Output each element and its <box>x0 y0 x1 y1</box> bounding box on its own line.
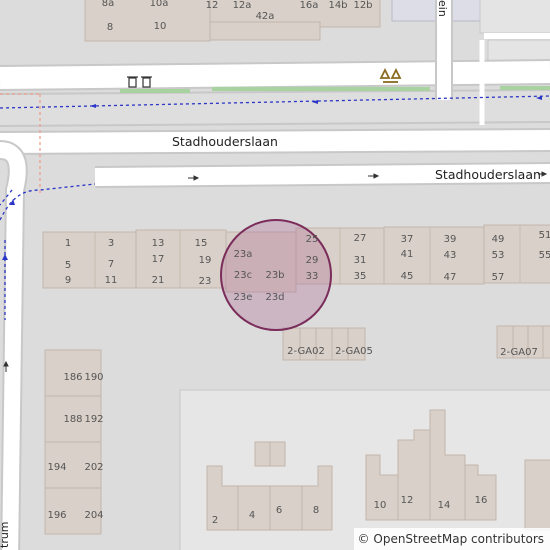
svg-text:23c: 23c <box>234 270 252 281</box>
svg-text:10: 10 <box>154 21 167 32</box>
svg-text:42a: 42a <box>256 11 275 22</box>
svg-text:3: 3 <box>108 238 114 249</box>
svg-text:16: 16 <box>475 495 488 506</box>
svg-text:49: 49 <box>492 234 505 245</box>
attribution-text[interactable]: OpenStreetMap contributors <box>373 532 544 546</box>
svg-text:15: 15 <box>195 238 208 249</box>
svg-text:23: 23 <box>199 276 212 287</box>
svg-text:186: 186 <box>63 372 82 383</box>
svg-text:25: 25 <box>306 234 319 245</box>
svg-text:16a: 16a <box>300 0 319 11</box>
svg-text:8a: 8a <box>102 0 115 9</box>
street-label-stadhouderslaan-south: Stadhouderslaan <box>435 167 541 182</box>
svg-text:6: 6 <box>276 505 282 516</box>
svg-text:5: 5 <box>65 260 71 271</box>
yard <box>479 0 550 34</box>
svg-text:21: 21 <box>152 275 165 286</box>
svg-text:13: 13 <box>152 238 165 249</box>
svg-text:35: 35 <box>354 271 367 282</box>
svg-text:55: 55 <box>539 250 550 261</box>
building <box>209 21 321 41</box>
svg-text:14: 14 <box>438 500 451 511</box>
median <box>94 156 550 166</box>
svg-text:11: 11 <box>105 275 118 286</box>
svg-text:47: 47 <box>444 272 457 283</box>
svg-text:37: 37 <box>401 234 414 245</box>
svg-text:29: 29 <box>306 255 319 266</box>
map-canvas[interactable]: Stadhouderslaan Stadhouderslaan trum ein… <box>0 0 550 550</box>
svg-text:19: 19 <box>199 255 212 266</box>
svg-text:23b: 23b <box>265 270 284 281</box>
svg-text:202: 202 <box>84 462 103 473</box>
svg-text:27: 27 <box>354 233 367 244</box>
svg-text:17: 17 <box>152 254 165 265</box>
svg-text:204: 204 <box>84 510 103 521</box>
svg-text:2-GA02: 2-GA02 <box>287 346 325 357</box>
svg-text:2-GA07: 2-GA07 <box>500 347 538 358</box>
svg-text:53: 53 <box>492 250 505 261</box>
svg-text:8: 8 <box>313 505 319 516</box>
svg-text:8: 8 <box>107 22 113 33</box>
svg-text:57: 57 <box>492 272 505 283</box>
svg-text:23e: 23e <box>234 292 253 303</box>
street-label-stadhouderslaan-north: Stadhouderslaan <box>172 134 278 149</box>
map-svg: Stadhouderslaan Stadhouderslaan trum ein… <box>0 0 550 550</box>
svg-text:23a: 23a <box>234 249 253 260</box>
svg-text:188: 188 <box>63 414 82 425</box>
svg-text:12b: 12b <box>353 0 372 11</box>
svg-text:31: 31 <box>354 255 367 266</box>
copyright-symbol: © <box>357 532 370 546</box>
svg-text:10a: 10a <box>150 0 169 9</box>
svg-text:12: 12 <box>401 495 414 506</box>
svg-text:39: 39 <box>444 234 457 245</box>
svg-text:190: 190 <box>84 372 103 383</box>
map-attribution[interactable]: © OpenStreetMap contributors <box>353 528 550 550</box>
street-label-north: ein <box>436 0 449 17</box>
svg-text:9: 9 <box>65 275 71 286</box>
svg-text:12a: 12a <box>233 0 252 11</box>
svg-text:2-GA05: 2-GA05 <box>335 346 373 357</box>
svg-text:4: 4 <box>249 510 255 521</box>
svg-text:10: 10 <box>374 500 387 511</box>
svg-text:51: 51 <box>539 230 550 241</box>
svg-text:23d: 23d <box>265 292 284 303</box>
svg-text:14b: 14b <box>328 0 347 11</box>
svg-text:7: 7 <box>108 259 114 270</box>
svg-text:196: 196 <box>47 510 66 521</box>
street-label-west: trum <box>0 521 11 548</box>
svg-text:33: 33 <box>306 271 319 282</box>
svg-text:12: 12 <box>206 0 219 11</box>
svg-text:41: 41 <box>401 249 414 260</box>
svg-text:43: 43 <box>444 250 457 261</box>
svg-text:192: 192 <box>84 414 103 425</box>
svg-text:1: 1 <box>65 238 71 249</box>
svg-text:2: 2 <box>212 515 218 526</box>
svg-text:45: 45 <box>401 271 414 282</box>
svg-text:194: 194 <box>47 462 66 473</box>
